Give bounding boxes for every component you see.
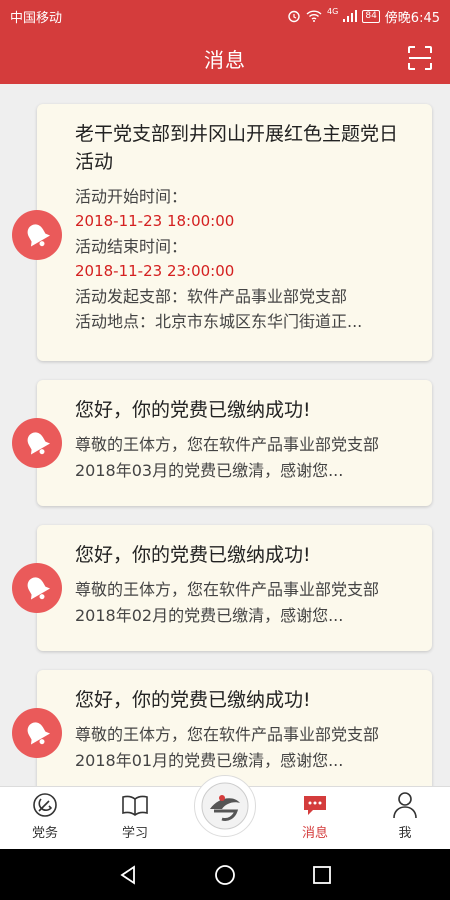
center-logo[interactable] [194,775,256,837]
battery-indicator: 84 [362,9,380,23]
user-icon [393,792,417,819]
message-list[interactable]: 老干党支部到井冈山开展红色主题党日活动 活动开始时间： 2018-11-23 1… [0,84,450,786]
tab-label: 我 [398,826,412,841]
alarm-icon [288,10,300,23]
status-bar: 中国移动 4G 84 傍晚6:45 [0,0,450,32]
party-emblem-icon [33,793,57,817]
message-desc: 尊敬的王体方，您在软件产品事业部党支部2018年02月的党费已缴清，感谢您... [75,580,380,625]
notification-badge [12,210,62,260]
message-desc: 尊敬的王体方，您在软件产品事业部党支部2018年01月的党费已缴清，感谢您... [75,725,380,770]
back-icon[interactable] [117,864,139,886]
tab-home[interactable] [180,775,270,849]
app-header: 消息 [0,32,450,84]
message-title: 老干党支部到井冈山开展红色主题党日活动 [75,123,399,173]
start-time-label: 活动开始时间： [75,187,188,206]
center-logo-icon [201,782,249,830]
message-card[interactable]: 您好，你的党费已缴纳成功! 尊敬的王体方，您在软件产品事业部党支部2018年02… [37,525,432,651]
clock-label: 傍晚6:45 [384,10,440,26]
notification-badge [12,418,62,468]
message-title: 您好，你的党费已缴纳成功! [75,544,311,566]
tab-me[interactable]: 我 [360,787,450,849]
end-time-value: 2018-11-23 23:00:00 [75,262,235,280]
notification-badge [12,563,62,613]
signal-icon [343,10,358,22]
message-title: 您好，你的党费已缴纳成功! [75,689,311,711]
message-title: 您好，你的党费已缴纳成功! [75,399,311,421]
message-card[interactable]: 老干党支部到井冈山开展红色主题党日活动 活动开始时间： 2018-11-23 1… [37,104,432,361]
message-card[interactable]: 您好，你的党费已缴纳成功! 尊敬的王体方，您在软件产品事业部党支部2018年01… [37,670,432,786]
tab-study[interactable]: 学习 [90,787,180,849]
system-nav-bar [0,849,450,900]
network-label: 4G [327,6,339,16]
tab-label: 消息 [301,826,328,841]
page-title: 消息 [204,47,246,72]
bottom-tab-bar: 党务 学习 消息 我 [0,775,450,849]
bell-icon [27,432,51,455]
bell-icon [27,224,51,247]
message-icon [304,796,326,815]
home-icon[interactable] [214,864,236,886]
end-time-label: 活动结束时间： [75,237,188,256]
scan-button[interactable] [406,44,434,72]
status-icons: 4G 84 傍晚6:45 [287,7,440,26]
tab-party-affairs[interactable]: 党务 [0,787,90,849]
book-icon [122,795,148,816]
message-card[interactable]: 您好，你的党费已缴纳成功! 尊敬的王体方，您在软件产品事业部党支部2018年03… [37,380,432,506]
scan-icon [408,46,432,70]
bell-icon [27,577,51,600]
start-time-value: 2018-11-23 18:00:00 [75,212,235,230]
tab-label: 学习 [121,826,148,841]
message-desc: 尊敬的王体方，您在软件产品事业部党支部2018年03月的党费已缴清，感谢您... [75,435,380,480]
carrier-label: 中国移动 [10,10,63,26]
tab-label: 党务 [31,826,58,841]
location-text: 活动地点：北京市东城区东华门街道正... [75,312,363,331]
bell-icon [27,722,51,745]
branch-text: 活动发起支部：软件产品事业部党支部 [75,287,348,306]
notification-badge [12,708,62,758]
tab-messages[interactable]: 消息 [270,787,360,849]
wifi-icon [306,10,322,22]
recents-icon[interactable] [311,864,333,886]
